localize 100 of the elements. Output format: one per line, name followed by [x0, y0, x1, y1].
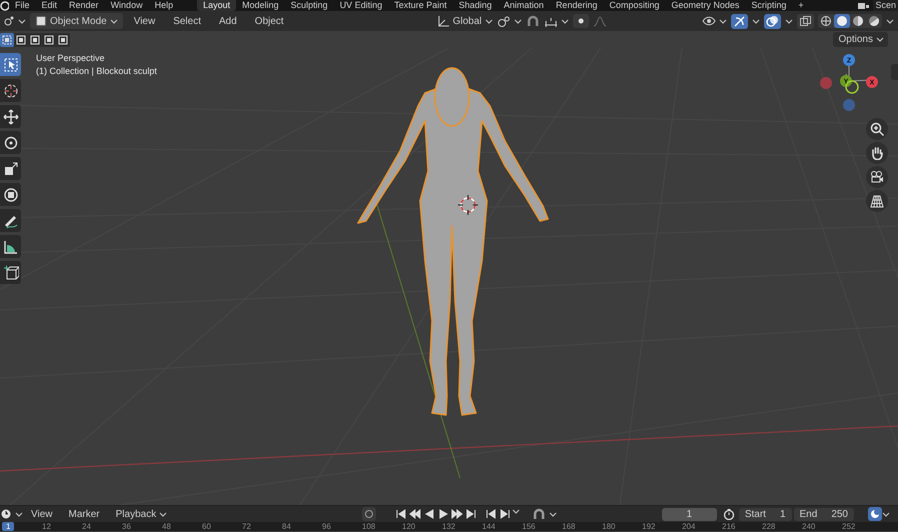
menu-item[interactable]: Object — [248, 16, 291, 26]
add-cube-tool-button[interactable] — [0, 261, 21, 284]
menu-item[interactable]: View — [23, 508, 60, 520]
start-frame-field[interactable]: Start 1 — [738, 508, 792, 520]
figure-drawing[interactable] — [357, 67, 549, 416]
workspace-tab[interactable]: UV Editing — [334, 0, 388, 11]
jump-end-button[interactable] — [464, 508, 478, 520]
visibility-dropdown[interactable] — [702, 15, 727, 27]
editor-type-button[interactable] — [0, 508, 23, 520]
time-display-button[interactable] — [868, 507, 882, 521]
caret-icon[interactable] — [560, 18, 569, 24]
gizmo-icon — [733, 14, 746, 28]
shading-button[interactable] — [818, 14, 834, 28]
measure-tool-icon — [2, 238, 18, 254]
move-tool-button[interactable] — [0, 105, 21, 128]
frame-tick-label: 168 — [562, 522, 576, 531]
caret-icon[interactable] — [18, 18, 26, 24]
caret-icon[interactable] — [514, 18, 522, 24]
add-workspace-button[interactable]: + — [792, 0, 810, 11]
frame-tick-label: 132 — [442, 522, 456, 531]
stopwatch-icon[interactable] — [722, 508, 735, 520]
select-mode-button[interactable] — [42, 32, 56, 46]
xray-toggle[interactable] — [797, 14, 814, 28]
keying-set-button[interactable] — [532, 508, 558, 520]
select-tool-button[interactable] — [0, 53, 21, 76]
caret-icon[interactable] — [876, 36, 884, 43]
end-frame-field[interactable]: End 250 — [794, 508, 854, 520]
caret-icon[interactable] — [110, 18, 118, 24]
caret-icon[interactable] — [549, 510, 558, 518]
workspace-tab[interactable]: Rendering — [550, 0, 604, 11]
shading-button[interactable] — [834, 14, 850, 28]
caret-icon[interactable] — [159, 510, 168, 518]
menu-item[interactable]: Window — [104, 0, 149, 11]
menu-item[interactable]: View — [126, 16, 162, 26]
menu-item[interactable]: Help — [148, 0, 180, 11]
falloff-curve-icon[interactable] — [592, 14, 607, 28]
editor-type-button[interactable] — [2, 15, 26, 27]
annotate-tool-button[interactable] — [0, 209, 21, 232]
caret-icon[interactable] — [752, 18, 760, 24]
rotate-tool-button[interactable] — [0, 131, 21, 154]
pan-button[interactable] — [866, 142, 888, 164]
workspace-tab[interactable]: Texture Paint — [388, 0, 453, 11]
next-keyframe-jump-button[interactable] — [498, 508, 512, 520]
select-mode-button[interactable] — [14, 32, 28, 46]
workspace-tab[interactable]: Sculpting — [284, 0, 334, 11]
select-mode-button[interactable] — [28, 32, 42, 46]
select-mode-button[interactable] — [56, 32, 70, 46]
caret-icon[interactable] — [484, 18, 493, 24]
caret-icon[interactable] — [882, 510, 890, 518]
menu-item[interactable]: Edit — [36, 0, 64, 11]
perspective-toggle[interactable] — [866, 190, 888, 212]
menu-item[interactable]: File — [9, 0, 36, 11]
pivot-dropdown[interactable] — [496, 14, 522, 28]
caret-icon[interactable] — [15, 510, 23, 518]
frame-tick-label: 36 — [122, 522, 131, 531]
jump-start-button[interactable] — [394, 508, 408, 520]
frame-tick-label: 48 — [162, 522, 171, 531]
blender-logo-icon[interactable] — [0, 0, 9, 10]
frame-tick-label: 144 — [482, 522, 496, 531]
scale-tool-button[interactable] — [0, 157, 21, 180]
caret-icon[interactable] — [512, 508, 520, 515]
current-frame-field[interactable]: 1 — [662, 508, 717, 520]
proportional-edit-button[interactable] — [572, 14, 589, 28]
zoom-button[interactable] — [866, 118, 888, 140]
shading-button[interactable] — [850, 14, 866, 28]
shading-button[interactable] — [866, 14, 882, 28]
select-mode-button[interactable] — [0, 32, 14, 46]
caret-icon[interactable] — [785, 18, 793, 24]
overlay-toggle[interactable] — [764, 14, 781, 28]
caret-icon[interactable] — [719, 18, 727, 24]
camera-view-button[interactable] — [866, 166, 888, 188]
workspace-tab[interactable]: Scripting — [745, 0, 792, 11]
menu-item[interactable]: Add — [212, 16, 244, 26]
transform-tool-button[interactable] — [0, 183, 21, 206]
workspace-tab[interactable]: Geometry Nodes — [665, 0, 746, 11]
measure-tool-button[interactable] — [0, 235, 21, 258]
workspace-tab[interactable]: Compositing — [603, 0, 666, 11]
workspace-tab[interactable]: Animation — [498, 0, 550, 11]
menu-item[interactable]: Select — [166, 16, 208, 26]
auto-keying-toggle[interactable] — [362, 507, 376, 521]
frame-tick-label: 228 — [762, 522, 776, 531]
menu-item[interactable]: Render — [63, 0, 105, 11]
menu-item[interactable]: Playback — [108, 508, 176, 520]
workspace-tab[interactable]: Modeling — [236, 0, 285, 11]
scene-selector[interactable]: Scen — [873, 0, 898, 11]
reverse-icon — [423, 508, 436, 520]
gizmo-toggle[interactable] — [731, 14, 748, 28]
menu-item[interactable]: Marker — [60, 508, 108, 520]
previous-keyframe-jump-button[interactable] — [484, 508, 498, 520]
workspace-tab[interactable]: Shading — [452, 0, 498, 11]
caret-icon[interactable] — [886, 18, 894, 24]
options-dropdown[interactable]: Options — [832, 32, 888, 47]
snap-icon[interactable] — [526, 14, 540, 28]
workspace-tab[interactable]: Layout — [197, 0, 236, 11]
mode-dropdown[interactable]: Object Mode — [30, 13, 123, 29]
orientation-dropdown[interactable]: Global — [436, 15, 493, 27]
next-keyframe-button[interactable] — [450, 508, 464, 520]
cursor-tool-button[interactable] — [0, 79, 21, 102]
scene-icon[interactable] — [857, 0, 870, 10]
previous-keyframe-button[interactable] — [408, 508, 422, 520]
